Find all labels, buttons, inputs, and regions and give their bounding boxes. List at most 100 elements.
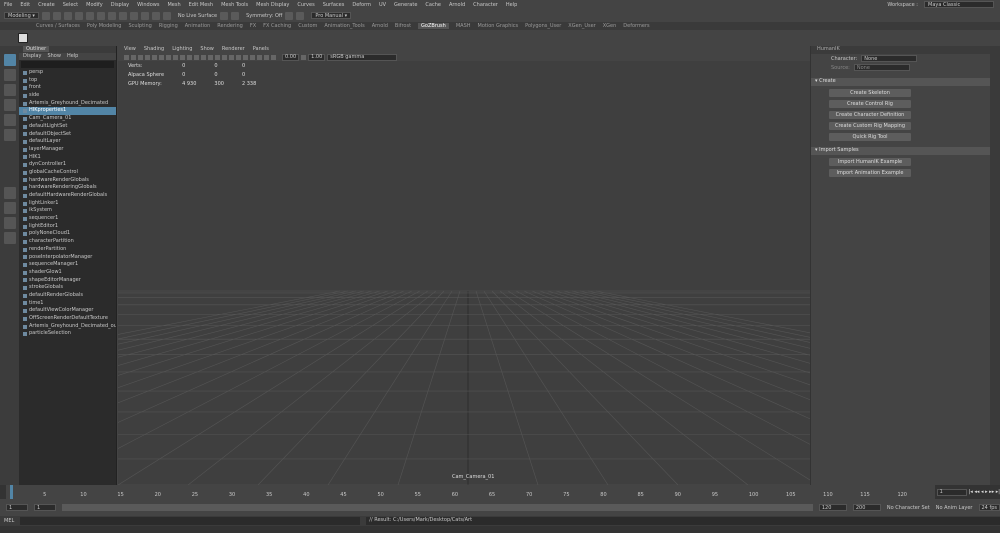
mode-dropdown[interactable]: Modeling ▾	[4, 12, 39, 19]
isolate-select-icon[interactable]	[264, 54, 269, 60]
image-plane-icon[interactable]	[145, 54, 150, 60]
create-button[interactable]: Quick Rig Tool	[829, 133, 911, 141]
menu-item-edit[interactable]: Edit	[20, 2, 30, 8]
wireframe-icon[interactable]	[201, 54, 206, 60]
outliner-menu-item[interactable]: Display	[23, 53, 41, 60]
menu-item-file[interactable]: File	[4, 2, 12, 8]
create-button[interactable]: Create Character Definition	[829, 111, 911, 119]
textured-icon[interactable]	[222, 54, 227, 60]
field-chart-icon[interactable]	[180, 54, 185, 60]
outliner-row[interactable]: Artemis_Greyhound_Decimated_out1	[19, 323, 116, 331]
paint-select-icon[interactable]	[3, 84, 16, 96]
safe-title-icon[interactable]	[194, 54, 199, 60]
viewport-menu-item[interactable]: Shading	[144, 46, 164, 53]
gamma-field[interactable]: 1.00	[308, 53, 326, 61]
shelf-tab[interactable]: Sculpting	[128, 23, 151, 29]
command-language[interactable]: MEL	[4, 518, 14, 524]
menu-item-mesh[interactable]: Mesh	[167, 2, 180, 8]
import-button[interactable]: Import HumanIK Example	[829, 158, 911, 166]
create-button[interactable]: Create Control Rig	[829, 100, 911, 108]
outliner-row[interactable]: lightLinker1	[19, 200, 116, 208]
outliner-row[interactable]: globalCacheControl	[19, 169, 116, 177]
menu-item-generate[interactable]: Generate	[394, 2, 417, 8]
outliner-row[interactable]: ikSystem	[19, 207, 116, 215]
select-object-icon[interactable]	[107, 11, 116, 20]
outliner-row[interactable]: time1	[19, 300, 116, 308]
menu-item-edit-mesh[interactable]: Edit Mesh	[189, 2, 213, 8]
menu-item-select[interactable]: Select	[63, 2, 78, 8]
outliner-row[interactable]: HIKproperties1	[19, 107, 116, 116]
select-hierarchy-icon[interactable]	[96, 11, 105, 20]
ambient-occlusion-icon[interactable]	[243, 54, 248, 60]
gate-mask-icon[interactable]	[173, 54, 178, 60]
shelf-tab[interactable]: Rendering	[217, 23, 243, 29]
create-button[interactable]: Create Skeleton	[829, 89, 911, 97]
open-scene-icon[interactable]	[52, 11, 61, 20]
import-section-header[interactable]: ▾ Import Samples	[811, 147, 990, 155]
menu-item-display[interactable]: Display	[111, 2, 129, 8]
outliner-row[interactable]: layerManager	[19, 146, 116, 154]
snap-grid-icon[interactable]	[129, 11, 138, 20]
outliner-row[interactable]: lightEditor1	[19, 223, 116, 231]
current-time-marker[interactable]	[9, 485, 13, 499]
smooth-shade-icon[interactable]	[208, 54, 213, 60]
shelf-tab[interactable]: Arnold	[372, 23, 388, 29]
shelf-tab[interactable]: FX Caching	[263, 23, 291, 29]
playback-end-field[interactable]: 120	[818, 504, 847, 511]
new-scene-icon[interactable]	[41, 11, 50, 20]
shelf-tab[interactable]: Custom	[298, 23, 317, 29]
time-slider[interactable]: 5 10 15 20 25 30 35 40 45 50 55 60 65 70 75 80 85 90 95 100…	[0, 485, 1000, 499]
persp-graph-layout-icon[interactable]	[3, 232, 16, 244]
outliner-row[interactable]: persp	[19, 69, 116, 77]
outliner-row[interactable]: particleSelection	[19, 330, 116, 338]
shelf-tab[interactable]: Poly Modeling	[87, 23, 122, 29]
menu-item-deform[interactable]: Deform	[352, 2, 371, 8]
shelf-tab[interactable]: Motion Graphics	[478, 23, 519, 29]
outliner-row[interactable]: hardwareRenderGlobals	[19, 177, 116, 185]
range-start-field[interactable]: 1	[6, 504, 28, 511]
outliner-row[interactable]: top	[19, 77, 116, 85]
outliner-row[interactable]: dynController1	[19, 161, 116, 169]
outliner-row[interactable]: polyNoneCloud1	[19, 230, 116, 238]
menu-item-create[interactable]: Create	[38, 2, 55, 8]
outliner-row[interactable]: HIK1	[19, 154, 116, 162]
outliner-row[interactable]: defaultViewColorManager	[19, 307, 116, 315]
shelf-tab[interactable]: FX	[250, 23, 256, 29]
current-frame-field[interactable]: 1	[936, 488, 967, 496]
shelf-tab[interactable]: GoZBrush	[418, 23, 449, 29]
menu-item-mesh-display[interactable]: Mesh Display	[256, 2, 289, 8]
menu-item-uv[interactable]: UV	[379, 2, 386, 8]
snap-point-icon[interactable]	[151, 11, 160, 20]
ipr-icon[interactable]	[231, 11, 240, 20]
rotate-tool-icon[interactable]	[3, 114, 16, 126]
xray-icon[interactable]	[271, 54, 276, 60]
menu-item-surfaces[interactable]: Surfaces	[323, 2, 345, 8]
redo-icon[interactable]	[85, 11, 94, 20]
outliner-row[interactable]: defaultRenderGlobals	[19, 292, 116, 300]
outliner-row[interactable]: side	[19, 92, 116, 100]
snap-plane-icon[interactable]	[162, 11, 171, 20]
outliner-row[interactable]: renderPartition	[19, 246, 116, 254]
shelf-tab[interactable]: Bifrost	[395, 23, 411, 29]
menu-item-character[interactable]: Character	[473, 2, 498, 8]
outliner-row[interactable]: sequencer1	[19, 215, 116, 223]
range-bar[interactable]	[62, 504, 813, 511]
menu-item-curves[interactable]: Curves	[297, 2, 314, 8]
import-button[interactable]: Import Animation Example	[829, 169, 911, 177]
grid-icon[interactable]	[152, 54, 157, 60]
no-character-set-label[interactable]: No Character Set	[887, 505, 930, 511]
outliner-row[interactable]: shaderGlow1	[19, 269, 116, 277]
outliner-search-input[interactable]	[21, 61, 114, 68]
viewport-menu-item[interactable]: Show	[200, 46, 214, 53]
select-tool-icon[interactable]	[3, 54, 16, 66]
motion-blur-icon[interactable]	[250, 54, 255, 60]
resolution-gate-icon[interactable]	[166, 54, 171, 60]
shelf-tab[interactable]: Polygons_User	[525, 23, 561, 29]
viewport-panel[interactable]: View Shading Lighting Show Renderer Panels 0.…	[118, 46, 810, 485]
outliner-menu-item[interactable]: Help	[67, 53, 78, 60]
exposure-field[interactable]: 0.00	[282, 53, 300, 61]
viewport-menu-item[interactable]: View	[124, 46, 136, 53]
outliner-row[interactable]: characterPartition	[19, 238, 116, 246]
lights-icon[interactable]	[229, 54, 234, 60]
lasso-tool-icon[interactable]	[3, 69, 16, 81]
